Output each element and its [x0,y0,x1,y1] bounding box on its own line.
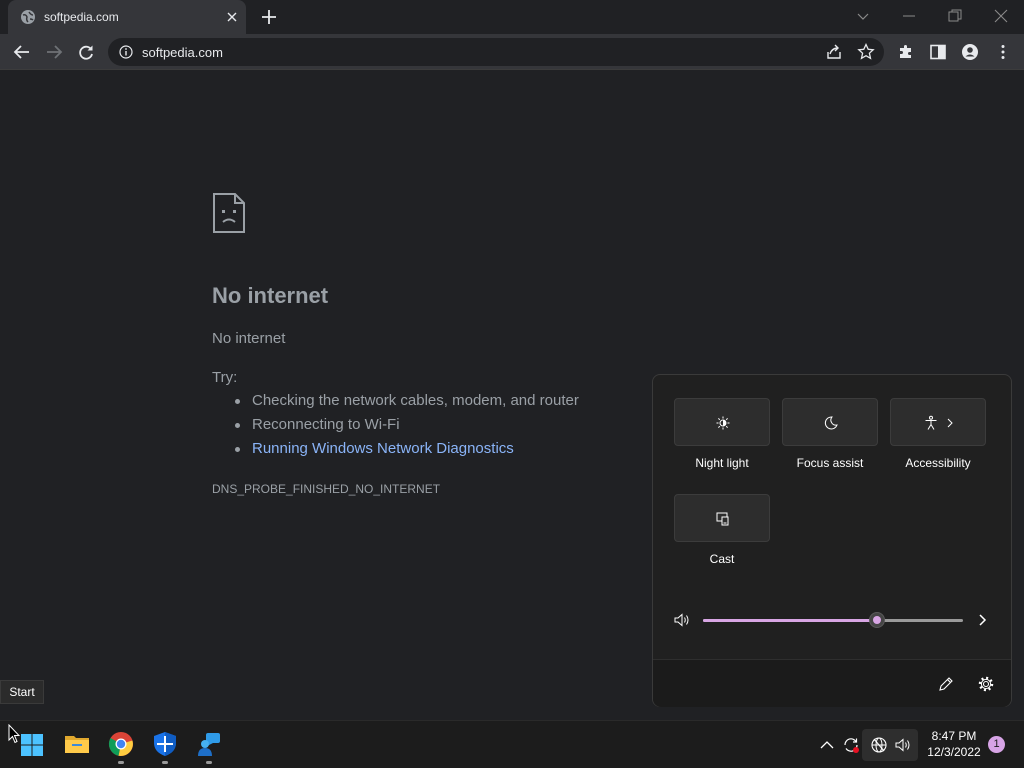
running-indicator [162,761,168,764]
suggestion-list: Checking the network cables, modem, and … [235,392,579,464]
address-bar[interactable]: softpedia.com [108,38,884,66]
running-indicator [206,761,212,764]
quick-settings-panel: Night light Focus assist Accessibility C… [652,374,1012,707]
cast-button[interactable] [674,494,770,542]
notification-badge[interactable]: 1 [988,736,1005,753]
accessibility-button[interactable] [890,398,986,446]
new-tab-icon[interactable] [260,8,278,26]
pencil-icon[interactable] [937,675,955,693]
mouse-pointer-icon [8,724,20,744]
focus-assist-button[interactable] [782,398,878,446]
sync-icon[interactable] [842,736,860,754]
tile-label: Cast [709,552,735,566]
running-indicator [118,761,124,764]
error-code: DNS_PROBE_FINISHED_NO_INTERNET [212,482,441,496]
speaker-icon [895,738,910,752]
brightness-icon [716,416,730,430]
restore-icon[interactable] [945,6,965,26]
menu-icon[interactable] [993,42,1013,62]
screen: softpedia.com softpedia.com No internet … [0,0,1024,768]
start-tooltip: Start [0,680,44,704]
network-volume-group[interactable] [862,729,918,761]
gear-icon[interactable] [977,675,995,693]
globe-icon [21,10,35,24]
minimize-icon[interactable] [899,6,919,26]
diagnostics-link[interactable]: Running Windows Network Diagnostics [235,440,579,464]
reload-icon[interactable] [76,42,96,62]
moon-icon [824,416,838,430]
info-icon[interactable] [119,45,133,59]
side-panel-icon[interactable] [928,42,948,62]
accessibility-icon [925,415,937,430]
globe-no-internet-icon [871,737,887,753]
back-icon[interactable] [12,42,32,62]
url-text: softpedia.com [142,45,223,60]
share-icon[interactable] [824,42,844,62]
chevron-up-icon[interactable] [818,736,836,754]
profile-icon[interactable] [960,42,980,62]
extensions-icon[interactable] [896,42,916,62]
night-light-button[interactable] [674,398,770,446]
clock-date[interactable]: 12/3/2022 [922,745,986,759]
tile-label: Night light [695,456,749,470]
support-app-icon[interactable] [196,731,222,757]
browser-toolbar: softpedia.com [0,34,1024,70]
chevron-right-icon[interactable] [973,611,991,629]
taskbar: 8:47 PM 12/3/2022 1 [0,720,1024,768]
browser-tab[interactable]: softpedia.com [8,0,246,34]
tab-search-icon[interactable] [853,6,873,26]
list-item: Reconnecting to Wi-Fi [235,416,579,440]
forward-icon[interactable] [44,42,64,62]
star-icon[interactable] [856,42,876,62]
try-label: Try: [212,369,238,386]
volume-icon[interactable] [673,611,691,629]
tab-title: softpedia.com [44,10,119,24]
volume-slider-thumb[interactable] [869,612,886,628]
close-window-icon[interactable] [991,6,1011,26]
page-subtitle: No internet [212,330,286,347]
chrome-icon[interactable] [108,731,134,757]
browser-tabstrip: softpedia.com [0,0,1024,34]
page-title: No internet [212,283,329,308]
tile-label: Accessibility [905,456,971,470]
list-item: Checking the network cables, modem, and … [235,392,579,416]
volume-slider-fill [703,619,878,622]
windows-start-icon[interactable] [20,733,44,757]
clock-time[interactable]: 8:47 PM [922,729,986,743]
quick-settings-footer [653,659,1011,707]
close-tab-icon[interactable] [224,9,240,25]
cast-icon [716,512,729,526]
volume-slider[interactable] [703,612,963,628]
chevron-right-icon [947,418,953,428]
sad-page-icon [213,193,245,233]
defender-shield-icon[interactable] [152,731,178,757]
file-explorer-icon[interactable] [64,731,90,757]
tile-label: Focus assist [796,456,864,470]
